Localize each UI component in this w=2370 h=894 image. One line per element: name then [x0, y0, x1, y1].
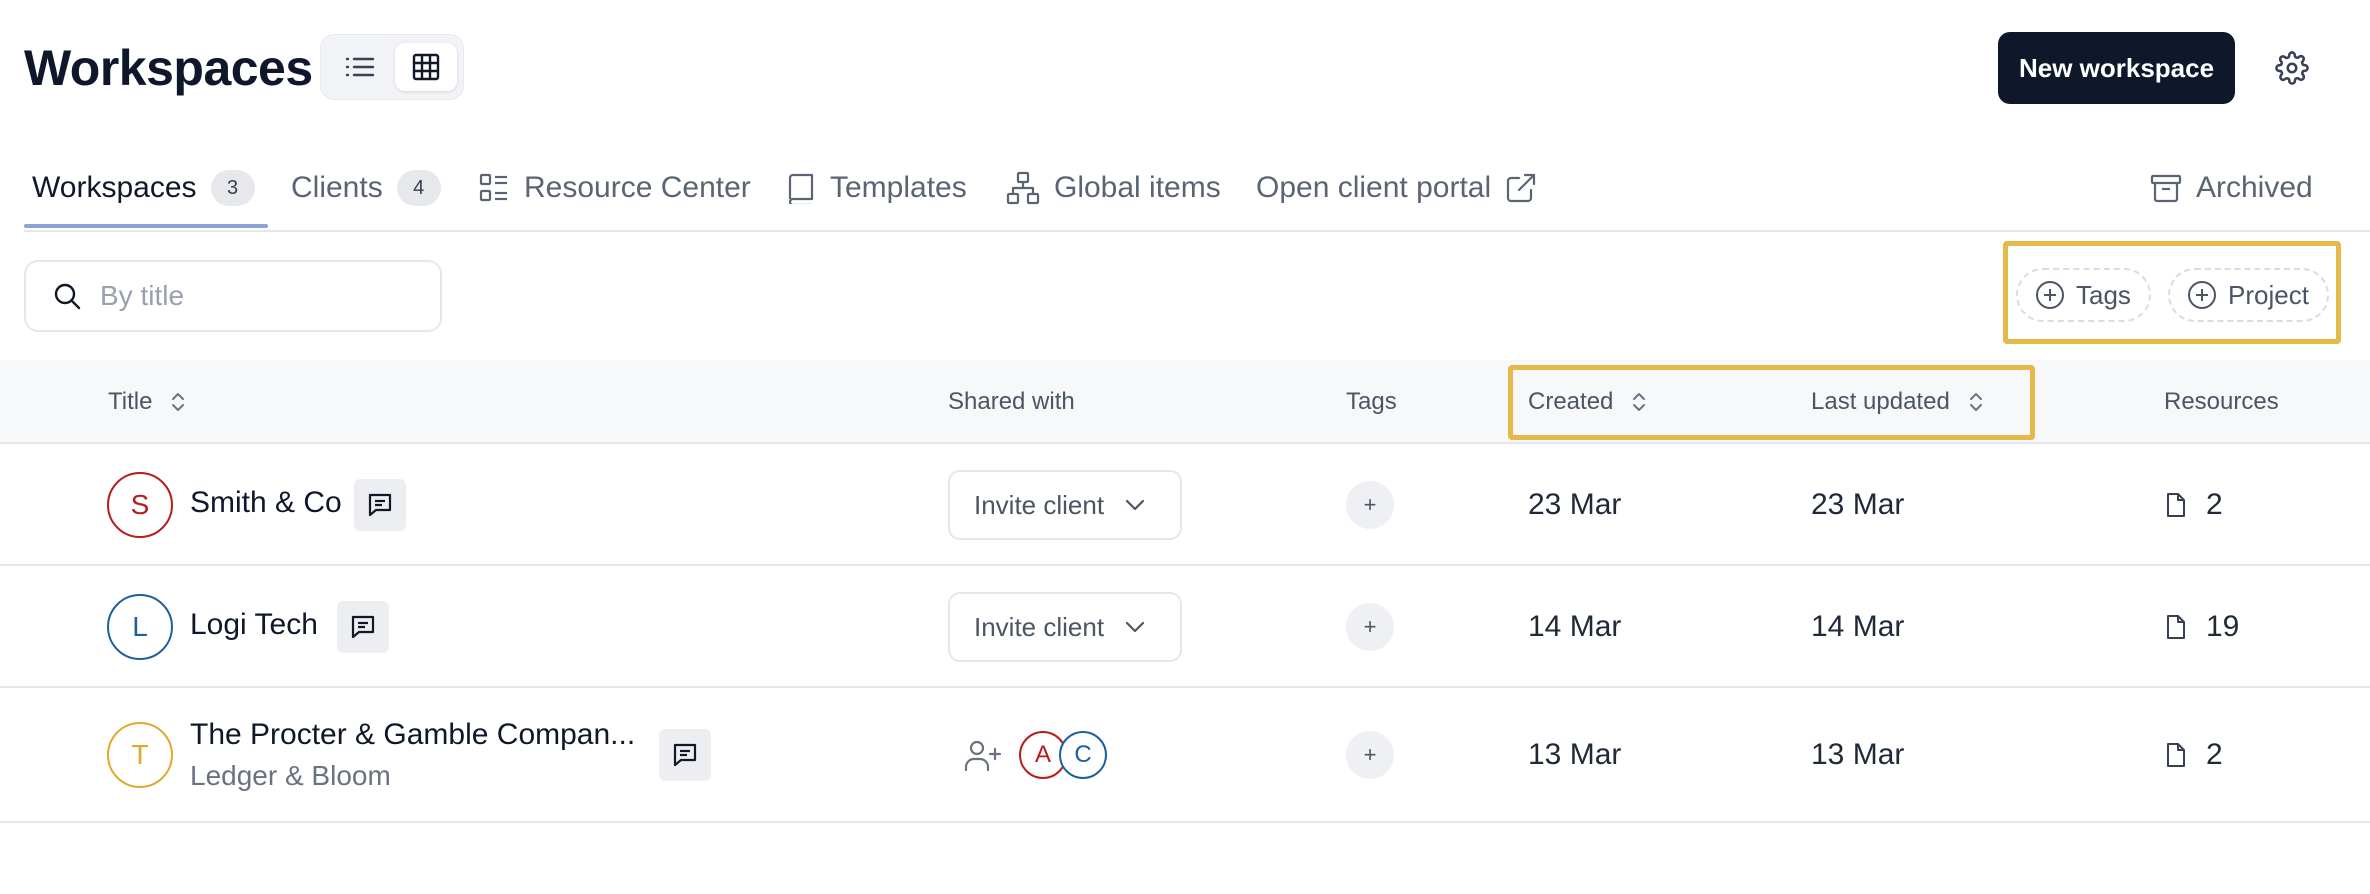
workspace-title[interactable]: Logi Tech	[190, 608, 318, 642]
sort-icon	[170, 390, 186, 414]
tab-open-client-portal[interactable]: Open client portal	[1256, 146, 1537, 230]
workspace-avatar: T	[107, 722, 173, 788]
updated-date: 13 Mar	[1811, 738, 1905, 771]
plus-circle-icon	[2186, 279, 2218, 311]
tab-label: Archived	[2196, 171, 2313, 204]
created-date: 13 Mar	[1528, 738, 1622, 771]
avatar-initial: S	[130, 489, 150, 520]
comments-button[interactable]	[659, 729, 711, 781]
view-toggle	[320, 34, 464, 100]
updated-date: 14 Mar	[1811, 610, 1905, 643]
archive-box-icon	[2150, 172, 2182, 204]
book-icon	[786, 172, 816, 204]
column-label: Tags	[1346, 388, 1397, 415]
search-box	[24, 260, 442, 332]
invite-label: Invite client	[974, 611, 1105, 642]
resources-count: 19	[2166, 610, 2239, 644]
file-icon	[2166, 742, 2186, 768]
chevron-down-icon	[1124, 620, 1146, 634]
tab-clients[interactable]: Clients 4	[291, 146, 441, 230]
hierarchy-icon	[1006, 171, 1040, 205]
avatar-initial: L	[132, 611, 148, 642]
tab-label: Templates	[830, 171, 967, 204]
created-date: 23 Mar	[1528, 488, 1622, 521]
search-input[interactable]	[100, 280, 420, 312]
tab-templates[interactable]: Templates	[786, 146, 967, 230]
active-tab-indicator	[24, 224, 268, 228]
tab-global-items[interactable]: Global items	[1006, 146, 1221, 230]
gear-icon	[2275, 51, 2309, 85]
page-title: Workspaces	[24, 40, 313, 96]
chat-icon	[366, 491, 394, 519]
column-label: Title	[108, 388, 153, 415]
add-user-icon[interactable]	[964, 739, 1002, 773]
table-row[interactable]: L Logi Tech Invite client + 14 Mar 14 Ma…	[0, 566, 2370, 688]
column-resources: Resources	[2164, 360, 2279, 444]
tab-label: Workspaces	[32, 171, 197, 204]
column-label: Shared with	[948, 388, 1075, 415]
file-icon	[2166, 614, 2186, 640]
filter-label: Project	[2228, 279, 2309, 310]
resources-count: 2	[2166, 738, 2223, 772]
workspace-avatar: S	[107, 472, 173, 538]
chat-icon	[349, 613, 377, 641]
updated-date: 23 Mar	[1811, 488, 1905, 521]
column-shared-with: Shared with	[948, 360, 1075, 444]
tab-archived[interactable]: Archived	[2150, 146, 2313, 230]
column-title[interactable]: Title	[108, 360, 186, 444]
search-icon	[52, 281, 82, 311]
tabs-divider	[24, 230, 2370, 232]
avatar-initial: A	[1034, 741, 1051, 768]
filter-label: Tags	[2076, 279, 2131, 310]
avatar-initial: C	[1074, 741, 1092, 768]
plus-circle-icon	[2034, 279, 2066, 311]
tags-filter-button[interactable]: Tags	[2016, 268, 2151, 322]
avatar-initial: T	[131, 739, 149, 770]
invite-client-dropdown[interactable]: Invite client	[948, 592, 1182, 662]
table-grid-icon	[412, 53, 440, 81]
add-tag-button[interactable]: +	[1346, 731, 1394, 779]
invite-client-dropdown[interactable]: Invite client	[948, 470, 1182, 540]
file-icon	[2166, 492, 2186, 518]
table-row[interactable]: S Smith & Co Invite client + 23 Mar 23 M…	[0, 444, 2370, 566]
list-view-button[interactable]	[329, 43, 391, 91]
shared-user-avatar[interactable]: C	[1059, 731, 1107, 779]
column-tags: Tags	[1346, 360, 1397, 444]
tab-label: Global items	[1054, 171, 1221, 204]
tab-bar: Workspaces 3 Clients 4 Resource Center T…	[24, 146, 2370, 230]
tab-workspaces[interactable]: Workspaces 3	[32, 146, 255, 230]
new-workspace-button[interactable]: New workspace	[1998, 32, 2235, 104]
resources-value: 2	[2206, 738, 2223, 771]
add-tag-button[interactable]: +	[1346, 481, 1394, 529]
resources-value: 2	[2206, 488, 2223, 521]
client-name: Ledger & Bloom	[190, 760, 391, 791]
tab-label: Resource Center	[524, 171, 751, 204]
project-filter-button[interactable]: Project	[2168, 268, 2329, 322]
tab-label: Open client portal	[1256, 171, 1492, 204]
tab-label: Clients	[291, 171, 383, 204]
external-link-icon	[1505, 172, 1537, 204]
tab-resource-center[interactable]: Resource Center	[478, 146, 751, 230]
grid-view-button[interactable]	[395, 43, 457, 91]
workspace-avatar: L	[107, 594, 173, 660]
resources-count: 2	[2166, 488, 2223, 522]
comments-button[interactable]	[337, 601, 389, 653]
count-badge: 3	[210, 170, 255, 206]
workspace-title[interactable]: Smith & Co	[190, 486, 342, 520]
comments-button[interactable]	[354, 479, 406, 531]
created-date: 14 Mar	[1528, 610, 1622, 643]
chevron-down-icon	[1124, 498, 1146, 512]
invite-label: Invite client	[974, 489, 1105, 520]
add-tag-button[interactable]: +	[1346, 603, 1394, 651]
list-layout-icon	[478, 172, 510, 204]
column-label: Resources	[2164, 388, 2279, 415]
chat-icon	[671, 741, 699, 769]
settings-button[interactable]	[2270, 48, 2314, 88]
count-badge: 4	[396, 170, 441, 206]
resources-value: 19	[2206, 610, 2240, 643]
workspace-title[interactable]: The Procter & Gamble Compan...	[190, 718, 635, 752]
date-columns-highlight-box	[1508, 365, 2035, 440]
table-row[interactable]: T The Procter & Gamble Compan... Ledger …	[0, 688, 2370, 823]
list-icon	[345, 55, 375, 79]
